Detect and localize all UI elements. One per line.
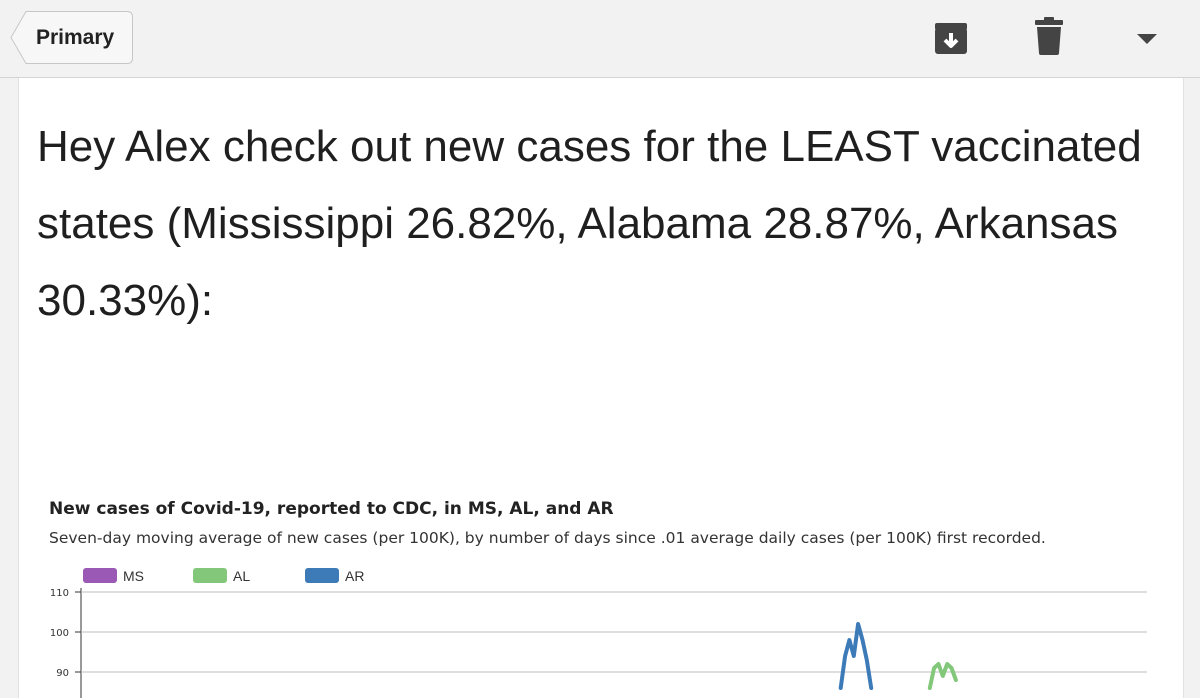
- message-card: Hey Alex check out new cases for the LEA…: [18, 78, 1184, 698]
- series-line-al: [927, 662, 958, 690]
- series-line-ar: [838, 622, 874, 690]
- y-tick-label: 110: [50, 588, 69, 599]
- chevron-down-icon[interactable]: [1136, 32, 1158, 46]
- legend-label: AR: [345, 568, 364, 584]
- message-body: Hey Alex check out new cases for the LEA…: [37, 122, 1142, 325]
- mail-toolbar: Primary: [0, 0, 1200, 78]
- legend-swatch: [305, 568, 339, 583]
- trash-icon[interactable]: [1034, 17, 1064, 55]
- y-tick-label: 100: [50, 628, 69, 639]
- chart-subtitle: Seven-day moving average of new cases (p…: [49, 529, 1046, 547]
- legend-label: MS: [123, 568, 144, 584]
- cases-line-chart: 110 100 90 MS AL AR: [50, 568, 1147, 698]
- legend-swatch: [83, 568, 117, 583]
- legend-label: AL: [233, 568, 250, 584]
- legend-swatch: [193, 568, 227, 583]
- back-button-label: Primary: [36, 26, 115, 49]
- archive-icon[interactable]: [933, 20, 969, 56]
- chart-title: New cases of Covid-19, reported to CDC, …: [49, 499, 614, 519]
- y-tick-label: 90: [56, 668, 69, 679]
- back-to-primary-button[interactable]: Primary: [10, 11, 133, 64]
